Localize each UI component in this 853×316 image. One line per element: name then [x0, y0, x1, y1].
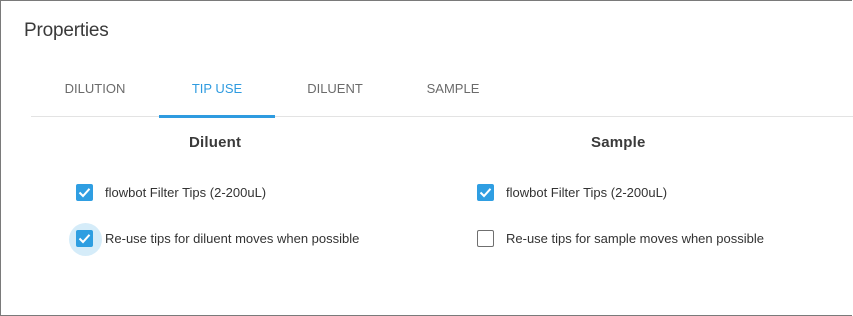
diluent-reuse-tips-checkbox[interactable] — [69, 222, 102, 256]
diluent-filter-tips-checkbox[interactable] — [76, 183, 93, 201]
sample-reuse-tips-option[interactable]: Re-use tips for sample moves when possib… — [477, 227, 764, 249]
checkmark-icon — [78, 187, 91, 197]
panel-title: Properties — [24, 20, 109, 41]
tab-dilution[interactable]: DILUTION — [31, 71, 159, 116]
sample-filter-tips-checkbox[interactable] — [477, 183, 494, 201]
tab-diluent[interactable]: DILUENT — [275, 71, 395, 116]
active-tab-indicator — [159, 115, 275, 118]
sample-filter-tips-label: flowbot Filter Tips (2-200uL) — [506, 184, 668, 200]
diluent-reuse-tips-option[interactable]: Re-use tips for diluent moves when possi… — [69, 222, 360, 256]
diluent-filter-tips-label: flowbot Filter Tips (2-200uL) — [105, 184, 267, 200]
tab-tip-use[interactable]: TIP USE — [159, 71, 275, 116]
sample-reuse-tips-label: Re-use tips for sample moves when possib… — [506, 230, 764, 246]
sample-reuse-tips-checkbox[interactable] — [477, 229, 494, 247]
tab-sample[interactable]: SAMPLE — [395, 71, 511, 116]
checkmark-icon — [479, 187, 492, 197]
diluent-filter-tips-option[interactable]: flowbot Filter Tips (2-200uL) — [76, 181, 266, 203]
properties-panel: Properties DILUTION TIP USE DILUENT SAMP… — [0, 0, 853, 316]
sample-filter-tips-option[interactable]: flowbot Filter Tips (2-200uL) — [477, 181, 667, 203]
sample-heading: Sample — [591, 134, 646, 151]
diluent-heading: Diluent — [189, 134, 242, 151]
tab-bar: DILUTION TIP USE DILUENT SAMPLE — [31, 71, 853, 118]
diluent-reuse-tips-label: Re-use tips for diluent moves when possi… — [105, 230, 360, 246]
checkmark-icon — [78, 233, 91, 243]
